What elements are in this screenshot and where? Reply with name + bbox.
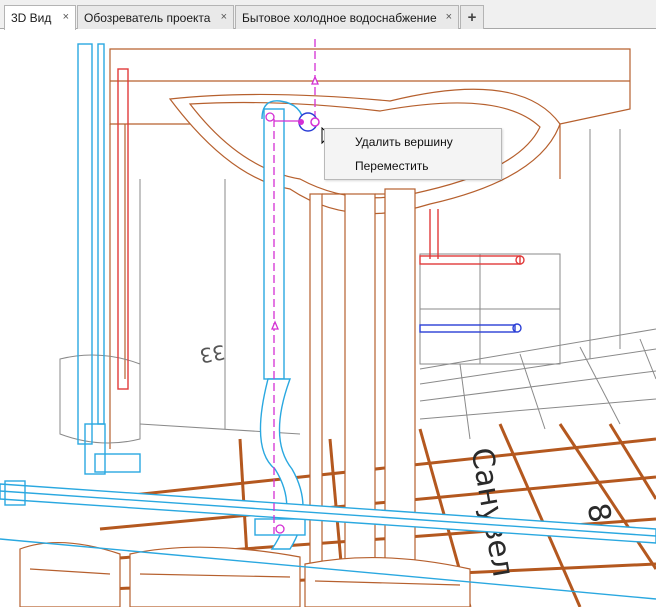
close-icon[interactable]: ×: [446, 11, 452, 23]
tab-cold-water-supply[interactable]: Бытовое холодное водоснабжение ×: [235, 5, 459, 29]
add-tab-button[interactable]: +: [460, 5, 484, 29]
close-icon[interactable]: ×: [221, 11, 227, 23]
menu-item-move[interactable]: Переместить: [325, 155, 501, 179]
floor-label-room: Санузел: [463, 445, 520, 579]
plus-icon: +: [467, 9, 477, 26]
menu-item-delete-vertex[interactable]: Удалить вершину: [325, 131, 501, 155]
tab-bar: 3D Вид × Обозреватель проекта × Бытовое …: [0, 0, 656, 30]
close-icon[interactable]: ×: [63, 11, 69, 23]
tab-3d-view[interactable]: 3D Вид ×: [4, 5, 76, 30]
tab-label: 3D Вид: [11, 11, 52, 25]
3d-viewport[interactable]: Санузел 8 33 Удалить вершину Переместить: [0, 29, 656, 607]
context-menu: Удалить вершину Переместить: [324, 128, 502, 180]
back-floor-tiles: [419, 328, 656, 440]
tab-label: Обозреватель проекта: [84, 11, 211, 25]
3d-scene[interactable]: Санузел 8 33: [0, 29, 656, 607]
floor-label-left: 33: [198, 340, 227, 368]
tab-project-browser[interactable]: Обозреватель проекта ×: [77, 5, 234, 29]
tab-label: Бытовое холодное водоснабжение: [242, 11, 437, 25]
sewer-pipes: [419, 323, 522, 333]
